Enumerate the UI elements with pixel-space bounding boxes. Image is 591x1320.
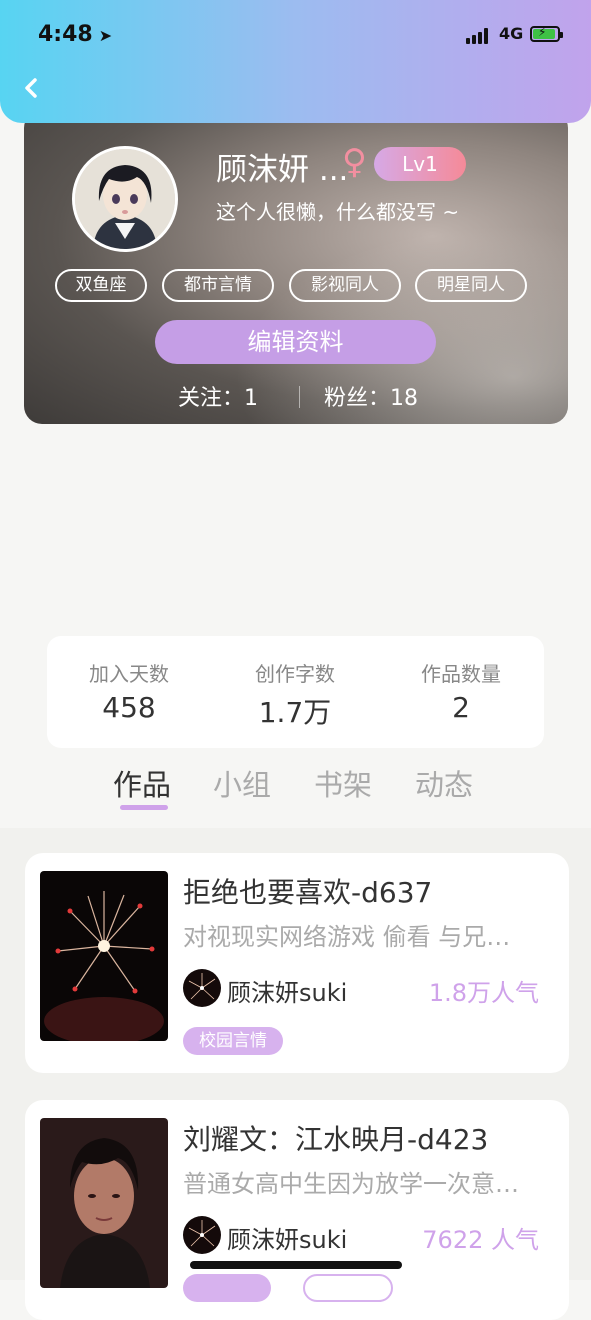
profile-bio: 这个人很懒，什么都没写 ~: [216, 200, 460, 224]
tab-works[interactable]: 作品: [113, 762, 171, 804]
signal-icon: [466, 28, 494, 44]
tab-indicator: [120, 805, 168, 810]
stat-join-days: 加入天数 458: [49, 658, 209, 724]
tag-item: 影视同人: [289, 269, 401, 302]
battery-icon: ⚡: [530, 25, 563, 42]
work-tag: 校园言情: [183, 1027, 283, 1055]
stat-label: 加入天数: [89, 662, 169, 686]
tab-activity[interactable]: 动态: [415, 762, 473, 804]
network-type: 4G: [499, 24, 524, 43]
stat-word-count: 创作字数 1.7万: [215, 658, 375, 731]
profile-card: 顾沫妍 ... ♀ Lv1 这个人很懒，什么都没写 ~ 双鱼座 都市言情 影视同…: [24, 110, 568, 424]
home-indicator: [190, 1261, 402, 1269]
stat-label: 创作字数: [255, 662, 335, 686]
author-avatar: [183, 1216, 221, 1254]
fans-count[interactable]: 粉丝：18: [324, 380, 418, 412]
back-icon[interactable]: [20, 74, 42, 102]
tag-item: 双鱼座: [55, 269, 147, 302]
work-popularity: 1.8万人气: [428, 979, 539, 1007]
stat-value: 2: [452, 691, 470, 724]
work-title: 拒绝也要喜欢-d637: [183, 876, 433, 909]
work-tag: [303, 1274, 393, 1302]
divider: [299, 386, 300, 408]
works-list: 拒绝也要喜欢-d637 对视现实网络游戏 偷看 与兄… 顾沫妍suki 1.8万…: [0, 828, 591, 1320]
work-card[interactable]: 拒绝也要喜欢-d637 对视现实网络游戏 偷看 与兄… 顾沫妍suki 1.8万…: [25, 853, 569, 1073]
tab-bookshelf[interactable]: 书架: [314, 762, 372, 804]
stats-card: 加入天数 458 创作字数 1.7万 作品数量 2: [47, 636, 544, 748]
work-card[interactable]: 刘耀文：江水映月-d423 普通女高中生因为放学一次意… 顾沫妍suki 762…: [25, 1100, 569, 1320]
edit-profile-button[interactable]: 编辑资料: [155, 320, 436, 364]
work-author: 顾沫妍suki: [227, 979, 348, 1007]
author-avatar: [183, 969, 221, 1007]
stat-works-count: 作品数量 2: [381, 658, 541, 724]
level-badge: Lv1: [374, 147, 466, 181]
avatar[interactable]: [72, 146, 178, 252]
female-icon: ♀: [342, 142, 367, 182]
header-bar: 4:48 ➤ 4G ⚡: [0, 0, 591, 123]
work-tag: [183, 1274, 271, 1302]
location-arrow-icon: ➤: [98, 26, 113, 45]
stat-label: 作品数量: [421, 662, 501, 686]
tag-item: 都市言情: [162, 269, 274, 302]
tag-item: 明星同人: [415, 269, 527, 302]
work-cover-image: [40, 871, 168, 1041]
work-author: 顾沫妍suki: [227, 1226, 348, 1254]
tab-groups[interactable]: 小组: [213, 762, 271, 804]
work-cover-image: [40, 1118, 168, 1288]
work-popularity: 7622 人气: [422, 1226, 539, 1254]
status-time: 4:48 ➤: [38, 22, 113, 47]
work-description: 普通女高中生因为放学一次意…: [183, 1170, 519, 1198]
following-count[interactable]: 关注：1: [178, 380, 258, 412]
stat-value: 1.7万: [258, 696, 332, 729]
work-title: 刘耀文：江水映月-d423: [183, 1123, 489, 1156]
profile-tabs: 作品 小组 书架 动态: [0, 760, 591, 828]
stat-value: 458: [102, 691, 156, 724]
profile-name: 顾沫妍 ...: [216, 152, 349, 188]
work-description: 对视现实网络游戏 偷看 与兄…: [183, 923, 511, 951]
